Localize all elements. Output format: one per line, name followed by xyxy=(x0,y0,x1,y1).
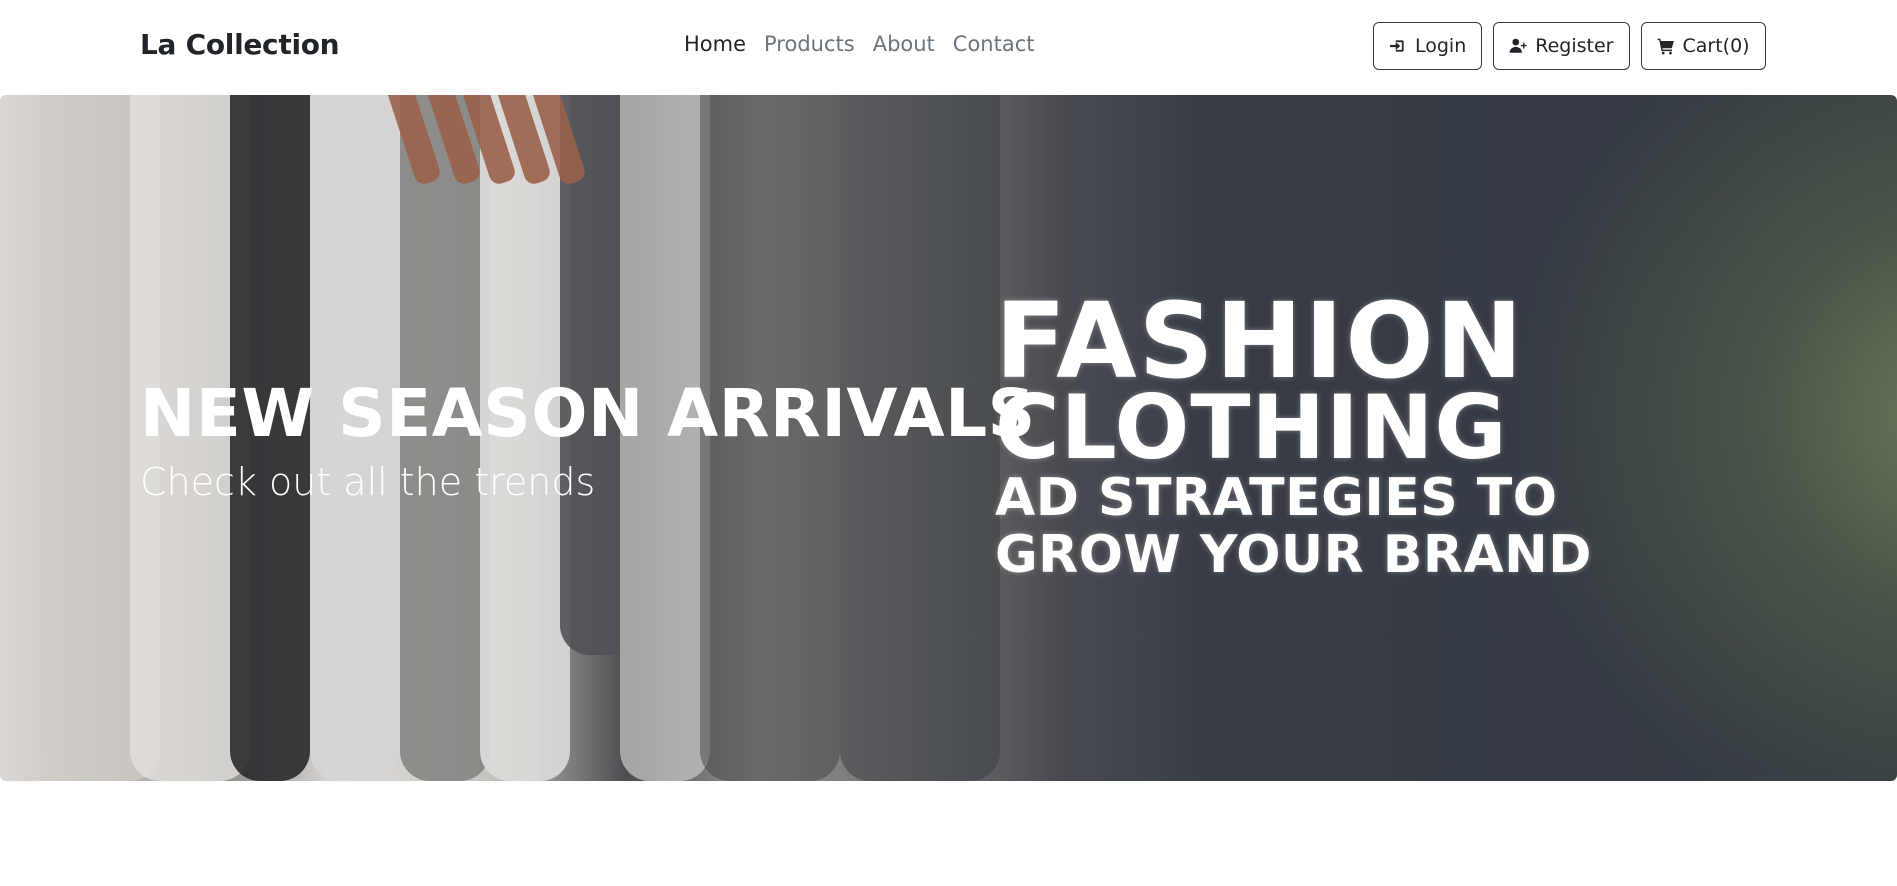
ad-line-grow: GROW YOUR BRAND xyxy=(995,525,1592,585)
ad-line-fashion: FASHION xyxy=(995,280,1525,402)
nav-links: Home Products About Contact xyxy=(684,32,1035,56)
ad-headline: FASHION CLOTHING AD STRATEGIES TO GROW Y… xyxy=(995,280,1595,585)
nav-link-contact[interactable]: Contact xyxy=(953,32,1035,56)
nav-buttons: Login Register Cart(0) xyxy=(1373,22,1766,70)
sign-in-icon xyxy=(1390,40,1404,52)
login-button[interactable]: Login xyxy=(1373,22,1483,70)
nav-link-about[interactable]: About xyxy=(873,32,935,56)
navbar: La Collection Home Products About Contac… xyxy=(0,0,1897,95)
cart-label: Cart(0) xyxy=(1682,35,1750,57)
cart-button[interactable]: Cart(0) xyxy=(1640,22,1766,70)
nav-link-products[interactable]: Products xyxy=(764,32,855,56)
register-button[interactable]: Register xyxy=(1493,22,1630,70)
user-plus-icon xyxy=(1509,38,1527,53)
register-label: Register xyxy=(1535,35,1614,57)
hero-banner: NEW SEASON ARRIVALS Check out all the tr… xyxy=(0,95,1897,781)
hero-subtitle: Check out all the trends xyxy=(140,460,596,504)
nav-link-home[interactable]: Home xyxy=(684,32,746,56)
hero-title: NEW SEASON ARRIVALS xyxy=(140,375,1036,452)
login-label: Login xyxy=(1415,35,1467,57)
shopping-cart-icon xyxy=(1657,38,1674,55)
brand-logo[interactable]: La Collection xyxy=(140,28,340,61)
ad-line-strategies: AD STRATEGIES TO xyxy=(995,468,1558,528)
ad-line-clothing: CLOTHING xyxy=(995,376,1508,479)
